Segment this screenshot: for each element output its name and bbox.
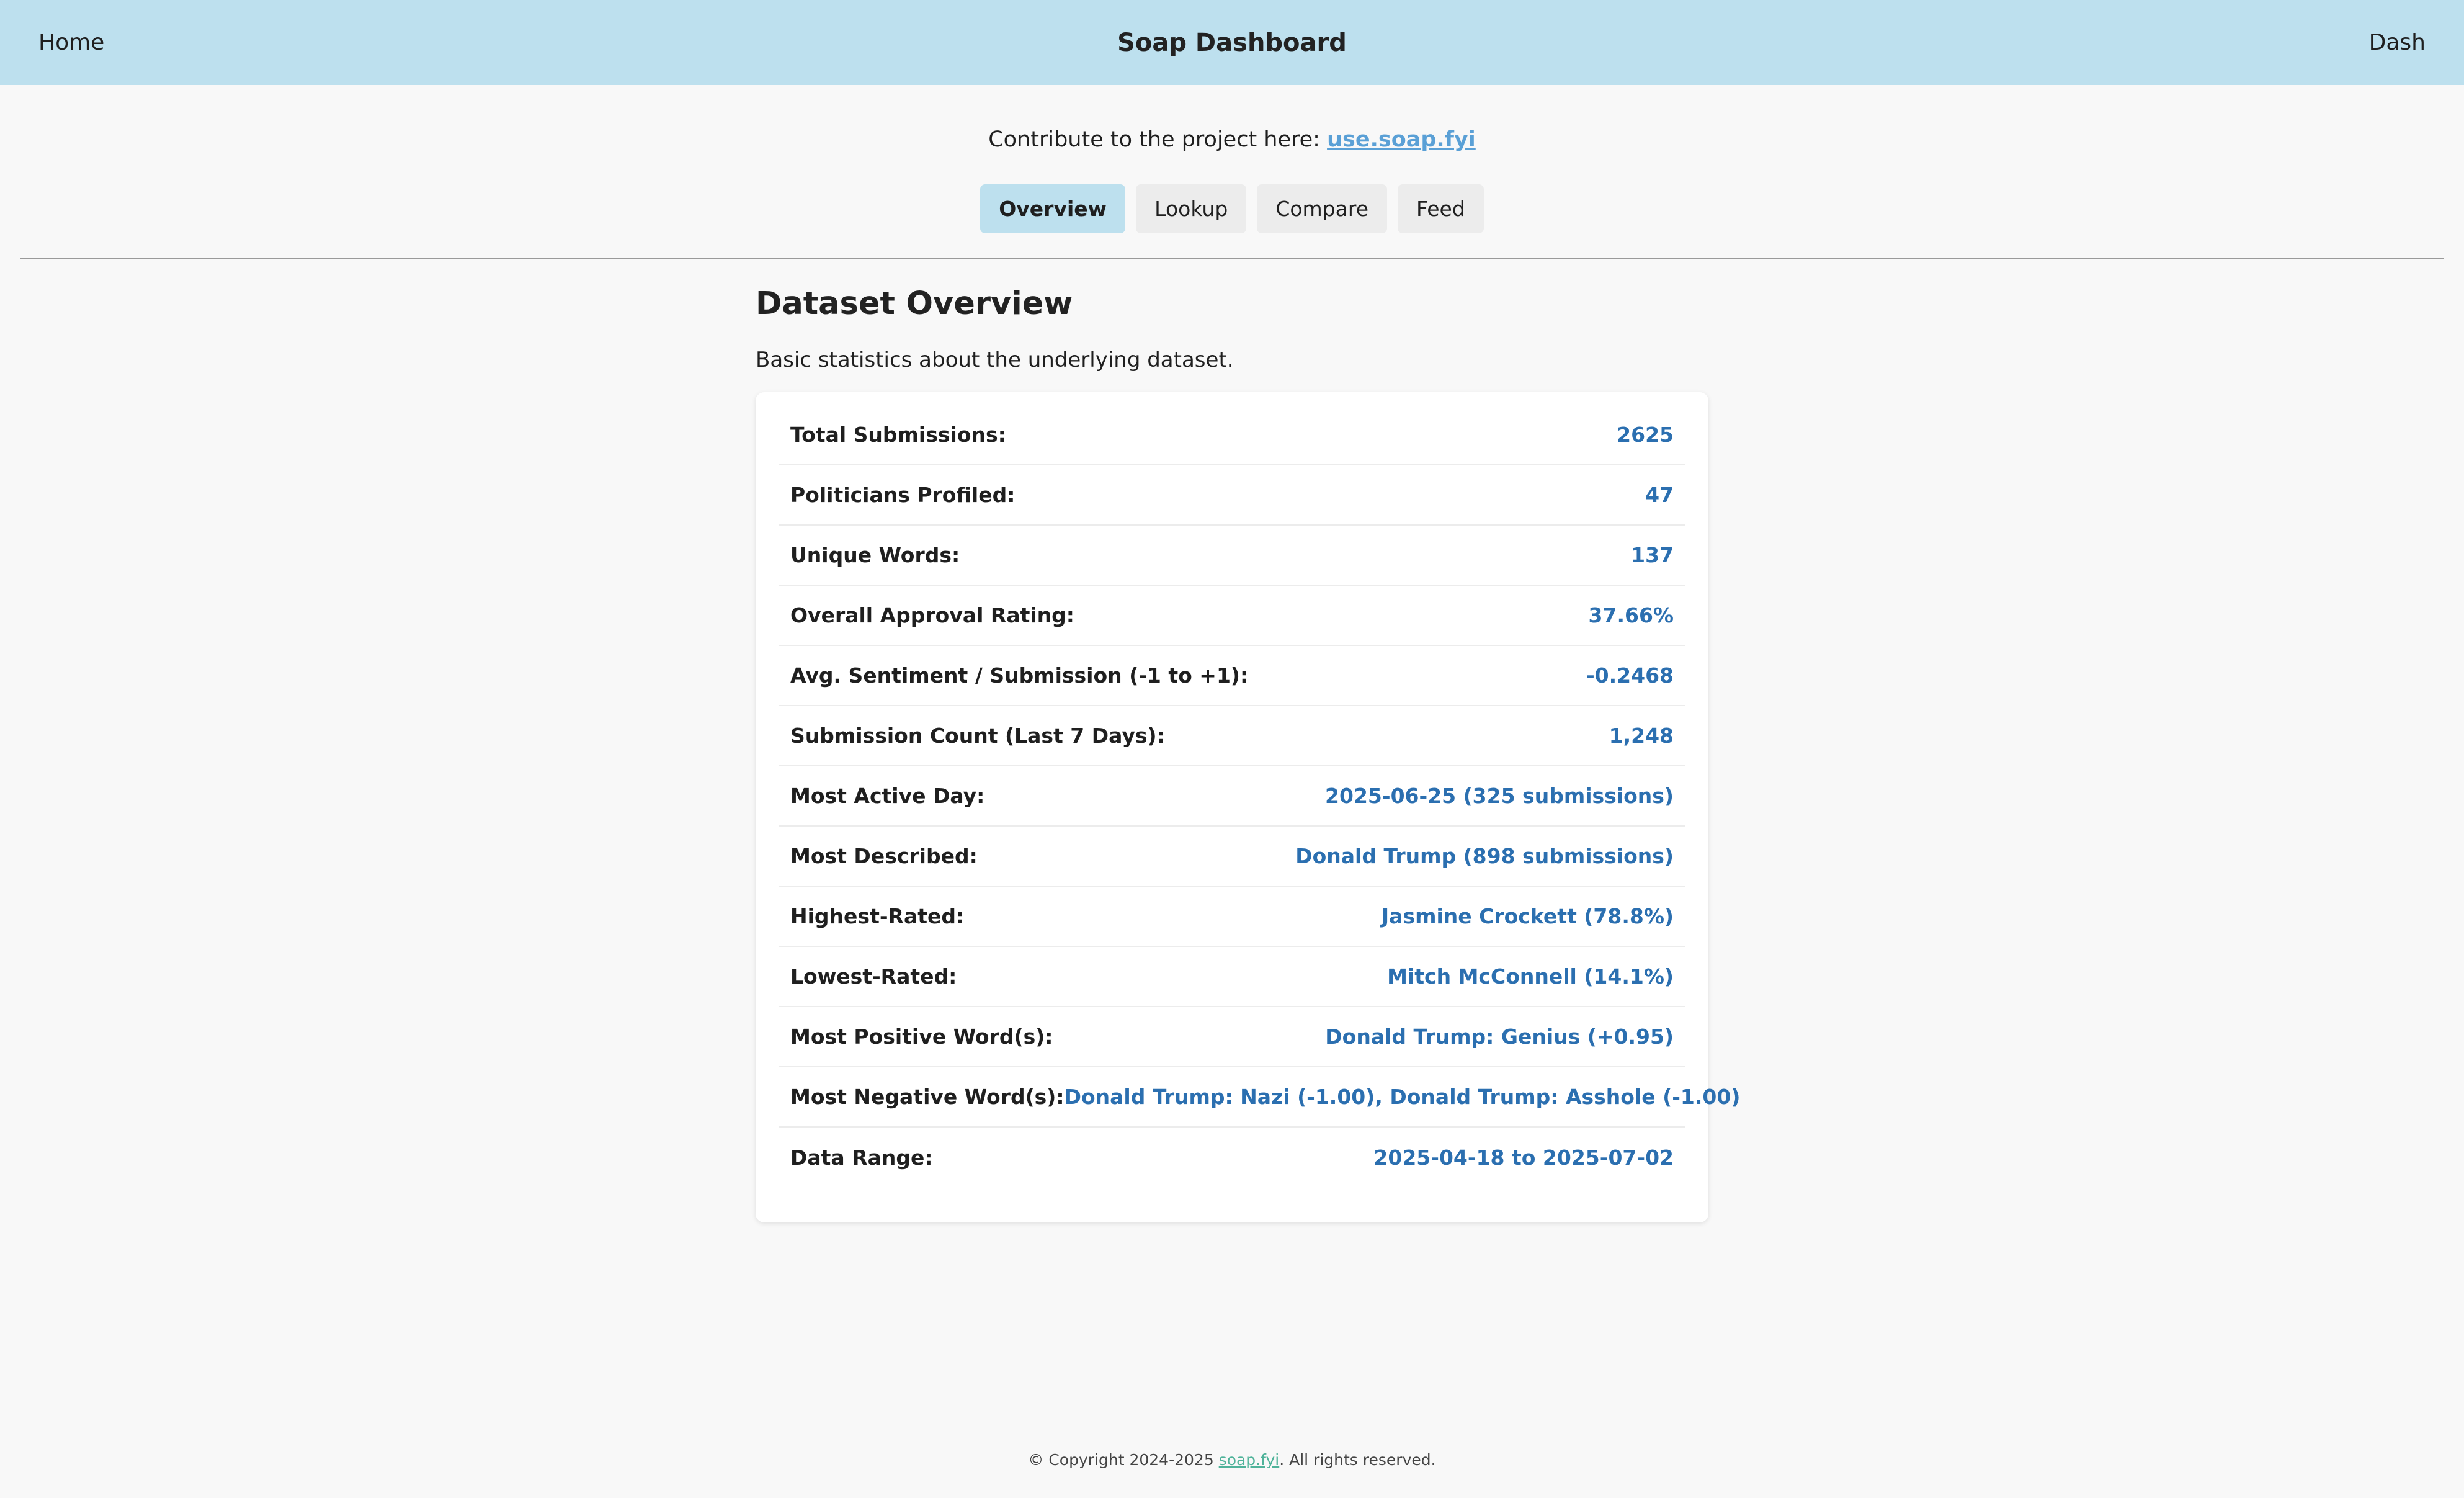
stat-value: Jasmine Crockett (78.8%) (1381, 904, 1674, 928)
footer-link[interactable]: soap.fyi (1219, 1451, 1280, 1469)
stat-row-submission-count-7d: Submission Count (Last 7 Days): 1,248 (779, 706, 1685, 766)
stat-row-politicians-profiled: Politicians Profiled: 47 (779, 465, 1685, 526)
stat-label: Most Active Day: (790, 784, 985, 808)
top-nav-bar: Home Soap Dashboard Dash (0, 0, 2464, 85)
stat-label: Unique Words: (790, 543, 960, 567)
tab-compare[interactable]: Compare (1257, 184, 1388, 233)
tab-feed[interactable]: Feed (1398, 184, 1484, 233)
stat-value: -0.2468 (1586, 663, 1674, 688)
stat-row-most-described: Most Described: Donald Trump (898 submis… (779, 827, 1685, 887)
footer-suffix: . All rights reserved. (1279, 1451, 1436, 1469)
section-description: Basic statistics about the underlying da… (756, 348, 1234, 372)
stat-label: Total Submissions: (790, 423, 1006, 447)
stat-row-most-active-day: Most Active Day: 2025-06-25 (325 submiss… (779, 766, 1685, 827)
stat-value: 1,248 (1609, 724, 1674, 748)
stat-value: 137 (1631, 543, 1674, 567)
contribute-link[interactable]: use.soap.fyi (1327, 127, 1476, 152)
stat-row-highest-rated: Highest-Rated: Jasmine Crockett (78.8%) (779, 887, 1685, 947)
stat-value: Mitch McConnell (14.1%) (1387, 964, 1674, 989)
contribute-line: Contribute to the project here: use.soap… (0, 127, 2464, 152)
stat-row-unique-words: Unique Words: 137 (779, 526, 1685, 586)
stat-value: Donald Trump: Nazi (-1.00), Donald Trump… (1064, 1085, 1741, 1109)
stat-label: Avg. Sentiment / Submission (-1 to +1): (790, 663, 1249, 688)
section-divider (20, 258, 2444, 259)
home-link[interactable]: Home (38, 30, 104, 55)
stat-row-approval-rating: Overall Approval Rating: 37.66% (779, 586, 1685, 646)
stat-value: 2025-04-18 to 2025-07-02 (1373, 1146, 1674, 1170)
footer: © Copyright 2024-2025 soap.fyi. All righ… (0, 1451, 2464, 1469)
dash-link[interactable]: Dash (2369, 30, 2426, 55)
stat-label: Most Described: (790, 844, 978, 868)
stat-row-avg-sentiment: Avg. Sentiment / Submission (-1 to +1): … (779, 646, 1685, 706)
stat-row-total-submissions: Total Submissions: 2625 (779, 405, 1685, 465)
page-title: Soap Dashboard (1117, 28, 1347, 57)
stat-label: Submission Count (Last 7 Days): (790, 724, 1165, 748)
contribute-prefix: Contribute to the project here: (988, 127, 1328, 152)
stat-label: Highest-Rated: (790, 904, 965, 928)
stat-row-data-range: Data Range: 2025-04-18 to 2025-07-02 (779, 1128, 1685, 1188)
stat-label: Data Range: (790, 1146, 933, 1170)
stat-label: Lowest-Rated: (790, 964, 957, 989)
stat-value: Donald Trump (898 submissions) (1295, 844, 1674, 868)
dataset-overview-section: Dataset Overview Basic statistics about … (756, 282, 1740, 1222)
stat-label: Most Negative Word(s): (790, 1085, 1065, 1109)
stats-card: Total Submissions: 2625 Politicians Prof… (756, 392, 1740, 1222)
stat-row-lowest-rated: Lowest-Rated: Mitch McConnell (14.1%) (779, 947, 1685, 1007)
tab-bar: Overview Lookup Compare Feed (0, 184, 2464, 233)
tab-overview[interactable]: Overview (980, 184, 1126, 233)
stat-row-most-negative-words: Most Negative Word(s): Donald Trump: Naz… (779, 1067, 1740, 1128)
stat-label: Politicians Profiled: (790, 483, 1016, 507)
stat-value: 2025-06-25 (325 submissions) (1325, 784, 1674, 808)
stat-row-most-positive-words: Most Positive Word(s): Donald Trump: Gen… (779, 1007, 1685, 1067)
tab-lookup[interactable]: Lookup (1136, 184, 1247, 233)
stat-label: Most Positive Word(s): (790, 1025, 1053, 1049)
section-heading: Dataset Overview (756, 285, 1073, 322)
stat-value: 47 (1645, 483, 1674, 507)
stat-value: 2625 (1617, 423, 1674, 447)
stat-label: Overall Approval Rating: (790, 603, 1074, 627)
footer-copyright: © Copyright 2024-2025 (1028, 1451, 1219, 1469)
stat-value: 37.66% (1588, 603, 1674, 627)
stat-value: Donald Trump: Genius (+0.95) (1325, 1025, 1674, 1049)
